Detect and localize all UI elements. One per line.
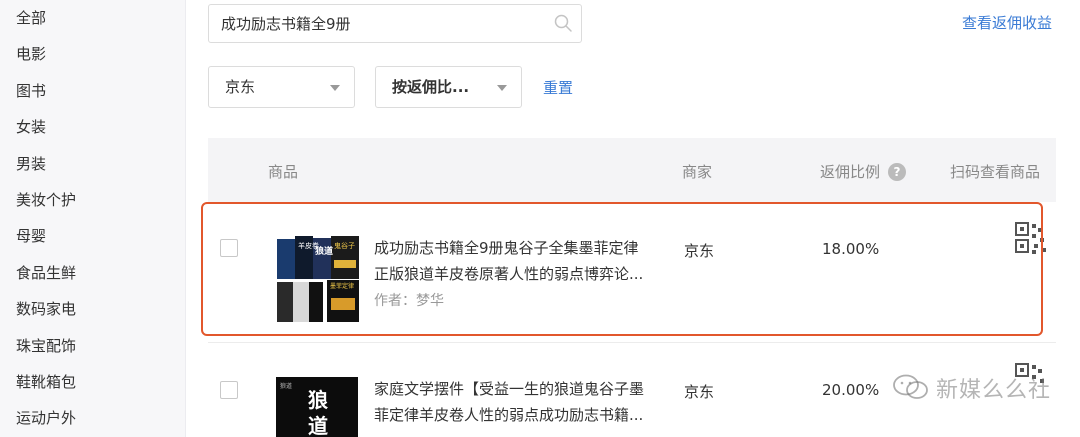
highlight-frame (201, 202, 1043, 336)
commission-ratio: 20.00% (822, 381, 880, 399)
product-title-line2: 菲定律羊皮卷人性的弱点成功励志书籍... (374, 406, 644, 424)
category-sidebar: 全部 电影 图书 女装 男装 美妆个护 母婴 食品生鲜 数码家电 珠宝配饰 鞋靴… (0, 0, 186, 437)
sidebar-item-shoes-bags[interactable]: 鞋靴箱包 (0, 364, 185, 400)
sidebar-item-food[interactable]: 食品生鲜 (0, 255, 185, 291)
cover-text-3: 道 (308, 414, 328, 437)
watermark-text: 新媒么么社 (936, 378, 1052, 403)
product-thumbnail[interactable]: 狼道 狼 道 (274, 377, 362, 437)
column-header-merchant: 商家 (682, 163, 713, 181)
chevron-down-icon (330, 85, 340, 91)
row-checkbox[interactable] (220, 381, 238, 399)
sidebar-item-baby[interactable]: 母婴 (0, 218, 185, 254)
sidebar-item-all[interactable]: 全部 (0, 0, 185, 36)
sidebar-item-mens-clothing[interactable]: 男装 (0, 146, 185, 182)
search-box (208, 4, 582, 43)
cover-text-2: 狼 (308, 388, 329, 412)
sidebar-item-womens-clothing[interactable]: 女装 (0, 109, 185, 145)
column-header-product: 商品 (268, 163, 299, 181)
sidebar-item-jewelry[interactable]: 珠宝配饰 (0, 328, 185, 364)
cover-text-1: 狼道 (280, 382, 292, 390)
column-header-ratio: 返佣比例? (820, 161, 907, 182)
sidebar-item-sports[interactable]: 运动户外 (0, 400, 185, 436)
merchant-name: 京东 (684, 383, 715, 401)
table-header: 商品 商家 返佣比例? 扫码查看商品 (208, 138, 1056, 202)
platform-select-value: 京东 (225, 78, 256, 96)
column-header-ratio-label: 返佣比例 (820, 163, 881, 181)
reset-button[interactable]: 重置 (543, 77, 573, 98)
view-earnings-link[interactable]: 查看返佣收益 (962, 12, 1052, 33)
help-icon[interactable]: ? (888, 163, 907, 181)
column-header-qr: 扫码查看商品 (950, 163, 1041, 181)
sidebar-item-electronics[interactable]: 数码家电 (0, 291, 185, 327)
product-title-line1: 家庭文学摆件【受益一生的狼道鬼谷子墨 (374, 380, 645, 398)
sidebar-item-movies[interactable]: 电影 (0, 36, 185, 72)
sort-select-value: 按返佣比... (392, 78, 470, 96)
sidebar-item-books[interactable]: 图书 (0, 73, 185, 109)
sort-select[interactable]: 按返佣比... (375, 66, 522, 108)
product-title[interactable]: 家庭文学摆件【受益一生的狼道鬼谷子墨 菲定律羊皮卷人性的弱点成功励志书籍... (374, 376, 664, 428)
platform-select[interactable]: 京东 (208, 66, 355, 108)
search-icon[interactable] (553, 13, 573, 33)
wechat-icon (893, 374, 928, 399)
watermark: 新媒么么社 (892, 372, 1051, 404)
search-input[interactable] (209, 5, 539, 42)
chevron-down-icon (497, 85, 507, 91)
sidebar-item-beauty[interactable]: 美妆个护 (0, 182, 185, 218)
